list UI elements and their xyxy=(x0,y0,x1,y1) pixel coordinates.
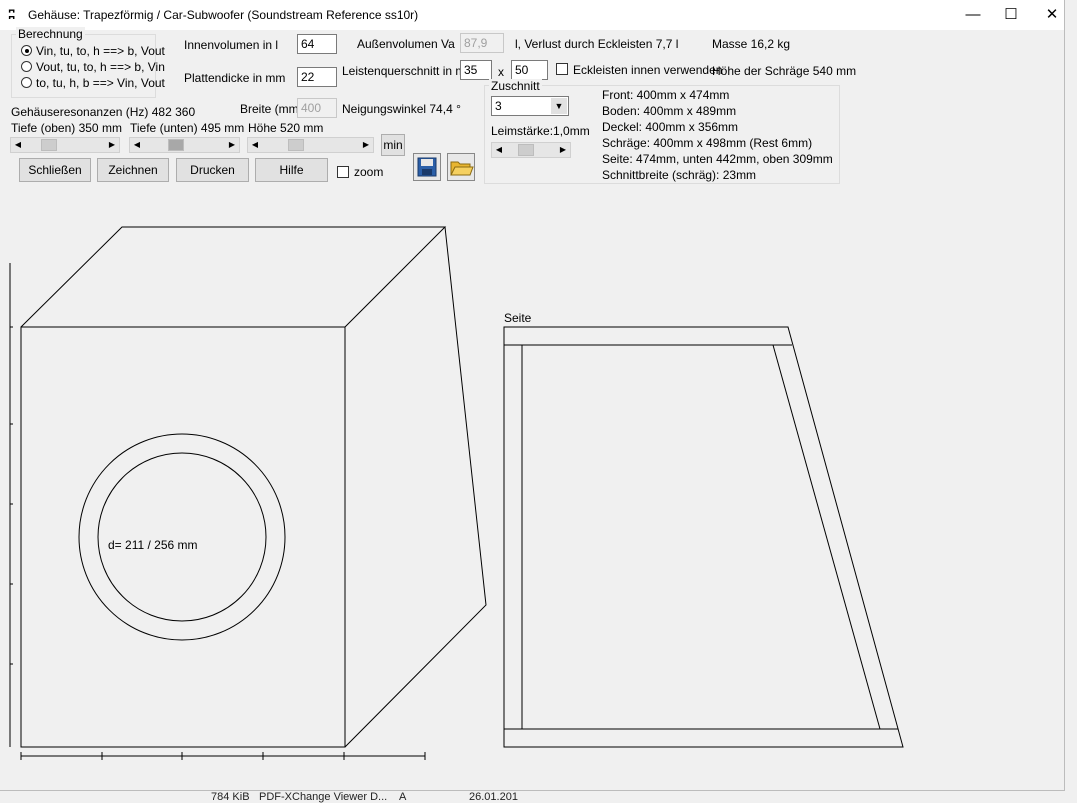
enclosure-drawing xyxy=(9,226,904,760)
taskbar-app-name: PDF-XChange Viewer D... xyxy=(259,791,388,803)
taskbar-attr: A xyxy=(399,791,407,803)
box-top-face xyxy=(20,226,447,328)
side-outline xyxy=(503,326,904,748)
diameter-label: d= 211 / 256 mm xyxy=(108,538,198,552)
main-window: ʭ Gehäuse: Trapezförmig / Car-Subwoofer … xyxy=(0,0,1065,791)
box-front-face xyxy=(20,326,346,748)
speaker-outer-ring xyxy=(78,433,286,641)
box-slanted-side xyxy=(344,226,487,748)
taskbar-file-size: 784 KiB xyxy=(211,791,250,803)
taskbar-date: 26.01.201 xyxy=(469,791,518,803)
side-view-label: Seite xyxy=(504,311,532,325)
speaker-inner-ring xyxy=(97,452,267,622)
